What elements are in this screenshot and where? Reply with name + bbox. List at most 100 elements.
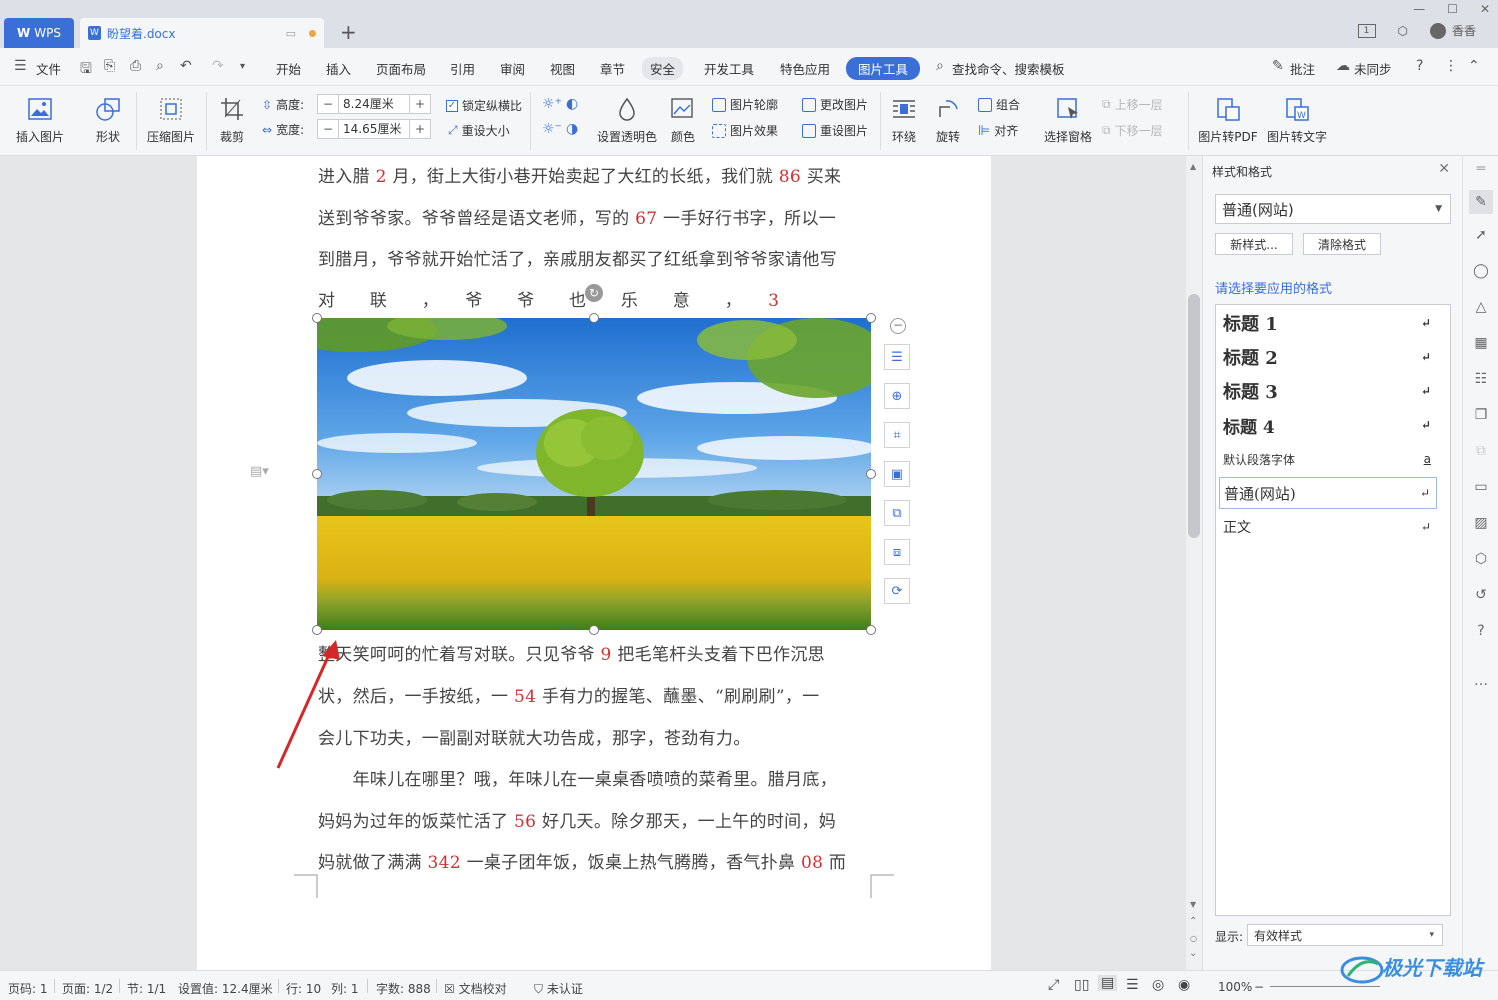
outline-button[interactable]: 图片轮廓 bbox=[712, 96, 778, 113]
two-page-view-icon[interactable]: ▯▯ bbox=[1074, 977, 1089, 993]
shield-icon[interactable]: ⬡ bbox=[1472, 550, 1490, 568]
image-to-text-button[interactable]: W 图片转文字 bbox=[1266, 96, 1328, 145]
format-paint-icon[interactable]: △ bbox=[1472, 298, 1490, 316]
command-search[interactable]: 查找命令、搜索模板 bbox=[952, 59, 1065, 78]
crop-button[interactable]: 裁剪 bbox=[214, 96, 250, 145]
text-line[interactable]: 妈就做了满满 342 一桌子团年饭，饭桌上热气腾腾，香气扑鼻 08 而 bbox=[318, 848, 871, 873]
resize-handle-top-right[interactable] bbox=[866, 313, 876, 323]
comment-menu[interactable]: 批注 bbox=[1290, 59, 1315, 78]
document-scrollbar[interactable]: ▲ ▼ ⌃ ○ ⌄ bbox=[1186, 156, 1202, 970]
resize-handle-bottom-left[interactable] bbox=[312, 625, 322, 635]
select-cursor-icon[interactable]: ➚ bbox=[1472, 226, 1490, 244]
page-status[interactable]: 页面: 1/2 bbox=[62, 980, 113, 997]
history-icon[interactable]: ↺ bbox=[1472, 586, 1490, 604]
style-pen-icon[interactable]: ✎ bbox=[1469, 190, 1493, 214]
menu-insert[interactable]: 插入 bbox=[326, 59, 351, 78]
menu-page-layout[interactable]: 页面布局 bbox=[376, 59, 426, 78]
outline-view-icon[interactable]: ☰ bbox=[1126, 977, 1139, 993]
disabled-tool-icon[interactable]: ⧉ bbox=[1472, 442, 1490, 460]
collapse-toolbar-icon[interactable]: − bbox=[890, 318, 906, 334]
resize-handle-left[interactable] bbox=[312, 469, 322, 479]
print-icon[interactable]: ⎙ bbox=[130, 58, 141, 74]
picture-icon[interactable]: ▨ bbox=[1472, 514, 1490, 532]
document-tab[interactable]: W 盼望着.docx ▭ bbox=[80, 18, 324, 48]
close-window-icon[interactable]: ✕ bbox=[1480, 2, 1490, 16]
clear-format-button[interactable]: 清除格式 bbox=[1303, 233, 1381, 255]
show-filter-select[interactable]: 有效样式 ▾ bbox=[1247, 924, 1443, 946]
height-increment-button[interactable]: + bbox=[410, 97, 430, 111]
width-decrement-button[interactable]: − bbox=[318, 122, 338, 136]
table-icon[interactable]: ▦ bbox=[1472, 334, 1490, 352]
wps-home-tab[interactable]: W WPS bbox=[4, 18, 74, 48]
text-line[interactable]: 整天笑呵呵的忙着写对联。只见爷爷 9 把毛笔杆头支着下巴作沉思 bbox=[318, 640, 871, 665]
menu-reference[interactable]: 引用 bbox=[450, 59, 475, 78]
bring-forward-button[interactable]: ⧉ 上移一层 bbox=[1102, 96, 1163, 113]
menu-view[interactable]: 视图 bbox=[550, 59, 575, 78]
lock-ratio-checkbox[interactable]: ✓ 锁定纵横比 bbox=[446, 97, 522, 114]
style-item-heading4[interactable]: 标题 4 ↵ bbox=[1219, 409, 1437, 441]
contrast-down-icon[interactable]: ◑ bbox=[566, 121, 578, 137]
send-backward-button[interactable]: ⧉ 下移一层 bbox=[1102, 122, 1163, 139]
next-page-icon[interactable]: ⌄ bbox=[1189, 948, 1197, 959]
page-view-icon[interactable]: ▤ bbox=[1098, 975, 1118, 991]
close-panel-icon[interactable]: ✕ bbox=[1438, 161, 1450, 177]
width-input[interactable]: 14.65厘米 bbox=[338, 120, 410, 138]
menu-chapter[interactable]: 章节 bbox=[600, 59, 625, 78]
contrast-up-icon[interactable]: ◐ bbox=[566, 96, 578, 112]
resize-handle-top[interactable] bbox=[589, 313, 599, 323]
hamburger-icon[interactable]: ☰ bbox=[14, 58, 27, 74]
text-line[interactable]: 进入腊 2 月，街上大街小巷开始卖起了大红的长纸，我们就 86 买来 bbox=[318, 162, 871, 187]
menu-file[interactable]: 文件 bbox=[36, 59, 61, 78]
sidebar-collapse-icon[interactable]: ═ bbox=[1472, 160, 1490, 178]
extract-image-icon[interactable]: ⧈ bbox=[884, 539, 910, 565]
menu-special-apps[interactable]: 特色应用 bbox=[780, 59, 830, 78]
zoom-out-icon[interactable]: − bbox=[1254, 980, 1264, 994]
scroll-up-icon[interactable]: ▲ bbox=[1190, 162, 1196, 171]
row-status[interactable]: 行: 10 bbox=[286, 980, 321, 997]
zoom-image-icon[interactable]: ⊕ bbox=[884, 383, 910, 409]
fullscreen-icon[interactable]: ⤢ bbox=[1048, 977, 1059, 993]
menu-start[interactable]: 开始 bbox=[276, 59, 301, 78]
section-status[interactable]: 节: 1/1 bbox=[127, 980, 166, 997]
save-icon[interactable]: 🖫 bbox=[80, 58, 92, 82]
rotate-button[interactable]: 旋转 bbox=[930, 96, 966, 145]
maximize-icon[interactable]: ☐ bbox=[1447, 2, 1458, 16]
text-line[interactable]: 状，然后，一手按纸，一 54 手有力的握笔、蘸墨、“刷刷刷”，一 bbox=[318, 682, 871, 707]
crop-float-icon[interactable]: ⌗ bbox=[884, 422, 910, 448]
group-button[interactable]: 组合 bbox=[978, 96, 1020, 113]
export-icon[interactable]: ⎘ bbox=[104, 58, 115, 74]
quick-access-dropdown-icon[interactable]: ▾ bbox=[240, 61, 245, 72]
scrollbar-thumb[interactable] bbox=[1188, 294, 1200, 538]
menu-security[interactable]: 安全 bbox=[642, 57, 684, 80]
document-area[interactable]: 进入腊 2 月，街上大街小巷开始卖起了大红的长纸，我们就 86 买来 送到爷爷家… bbox=[0, 156, 1186, 970]
browse-object-icon[interactable]: ○ bbox=[1190, 934, 1197, 943]
text-line[interactable]: 到腊月，爷爷就开始忙活了，亲戚朋友都买了红纸拿到爷爷家请他写 bbox=[318, 245, 871, 270]
text-line[interactable]: 会儿下功夫，一副副对联就大功告成，那字，苍劲有力。 bbox=[318, 724, 871, 749]
menu-review[interactable]: 审阅 bbox=[500, 59, 525, 78]
sync-status[interactable]: 未同步 bbox=[1354, 59, 1392, 78]
width-stepper[interactable]: − 14.65厘米 + bbox=[317, 119, 431, 139]
proofread-button[interactable]: ☒ 文档校对 bbox=[444, 980, 507, 997]
change-image-button[interactable]: 更改图片 bbox=[802, 96, 868, 113]
user-area[interactable]: 香香 bbox=[1429, 22, 1476, 39]
brightness-up-icon[interactable]: ☼⁺ bbox=[542, 96, 562, 112]
compress-image-button[interactable]: 压缩图片 bbox=[146, 96, 196, 145]
current-style-select[interactable]: 普通(网站) ▼ bbox=[1215, 194, 1451, 224]
paragraph-marker-icon[interactable]: ▤▾ bbox=[250, 464, 269, 479]
help-circle-icon[interactable]: ? bbox=[1472, 622, 1490, 640]
menu-dev-tools[interactable]: 开发工具 bbox=[704, 59, 754, 78]
selection-pane-button[interactable]: 选择窗格 bbox=[1040, 96, 1096, 145]
word-count-status[interactable]: 字数: 888 bbox=[376, 980, 431, 997]
layout-options-icon[interactable]: ☰ bbox=[884, 344, 910, 370]
height-input[interactable]: 8.24厘米 bbox=[338, 95, 410, 113]
certification-status[interactable]: ⛉ 未认证 bbox=[534, 980, 583, 997]
eye-protection-icon[interactable]: ◉ bbox=[1178, 977, 1190, 993]
style-item-body[interactable]: 正文 ↵ bbox=[1219, 511, 1437, 543]
redo-icon[interactable]: ↷ bbox=[212, 58, 224, 74]
height-decrement-button[interactable]: − bbox=[318, 97, 338, 111]
text-line[interactable]: 送到爷爷家。爷爷曾经是语文老师，写的 67 一手好行书字，所以一 bbox=[318, 204, 871, 229]
height-stepper[interactable]: − 8.24厘米 + bbox=[317, 94, 431, 114]
style-item-heading1[interactable]: 标题 1 ↵ bbox=[1219, 307, 1437, 339]
effect-button[interactable]: 图片效果 bbox=[712, 122, 778, 139]
skin-icon[interactable]: ⬡ bbox=[1398, 24, 1408, 38]
